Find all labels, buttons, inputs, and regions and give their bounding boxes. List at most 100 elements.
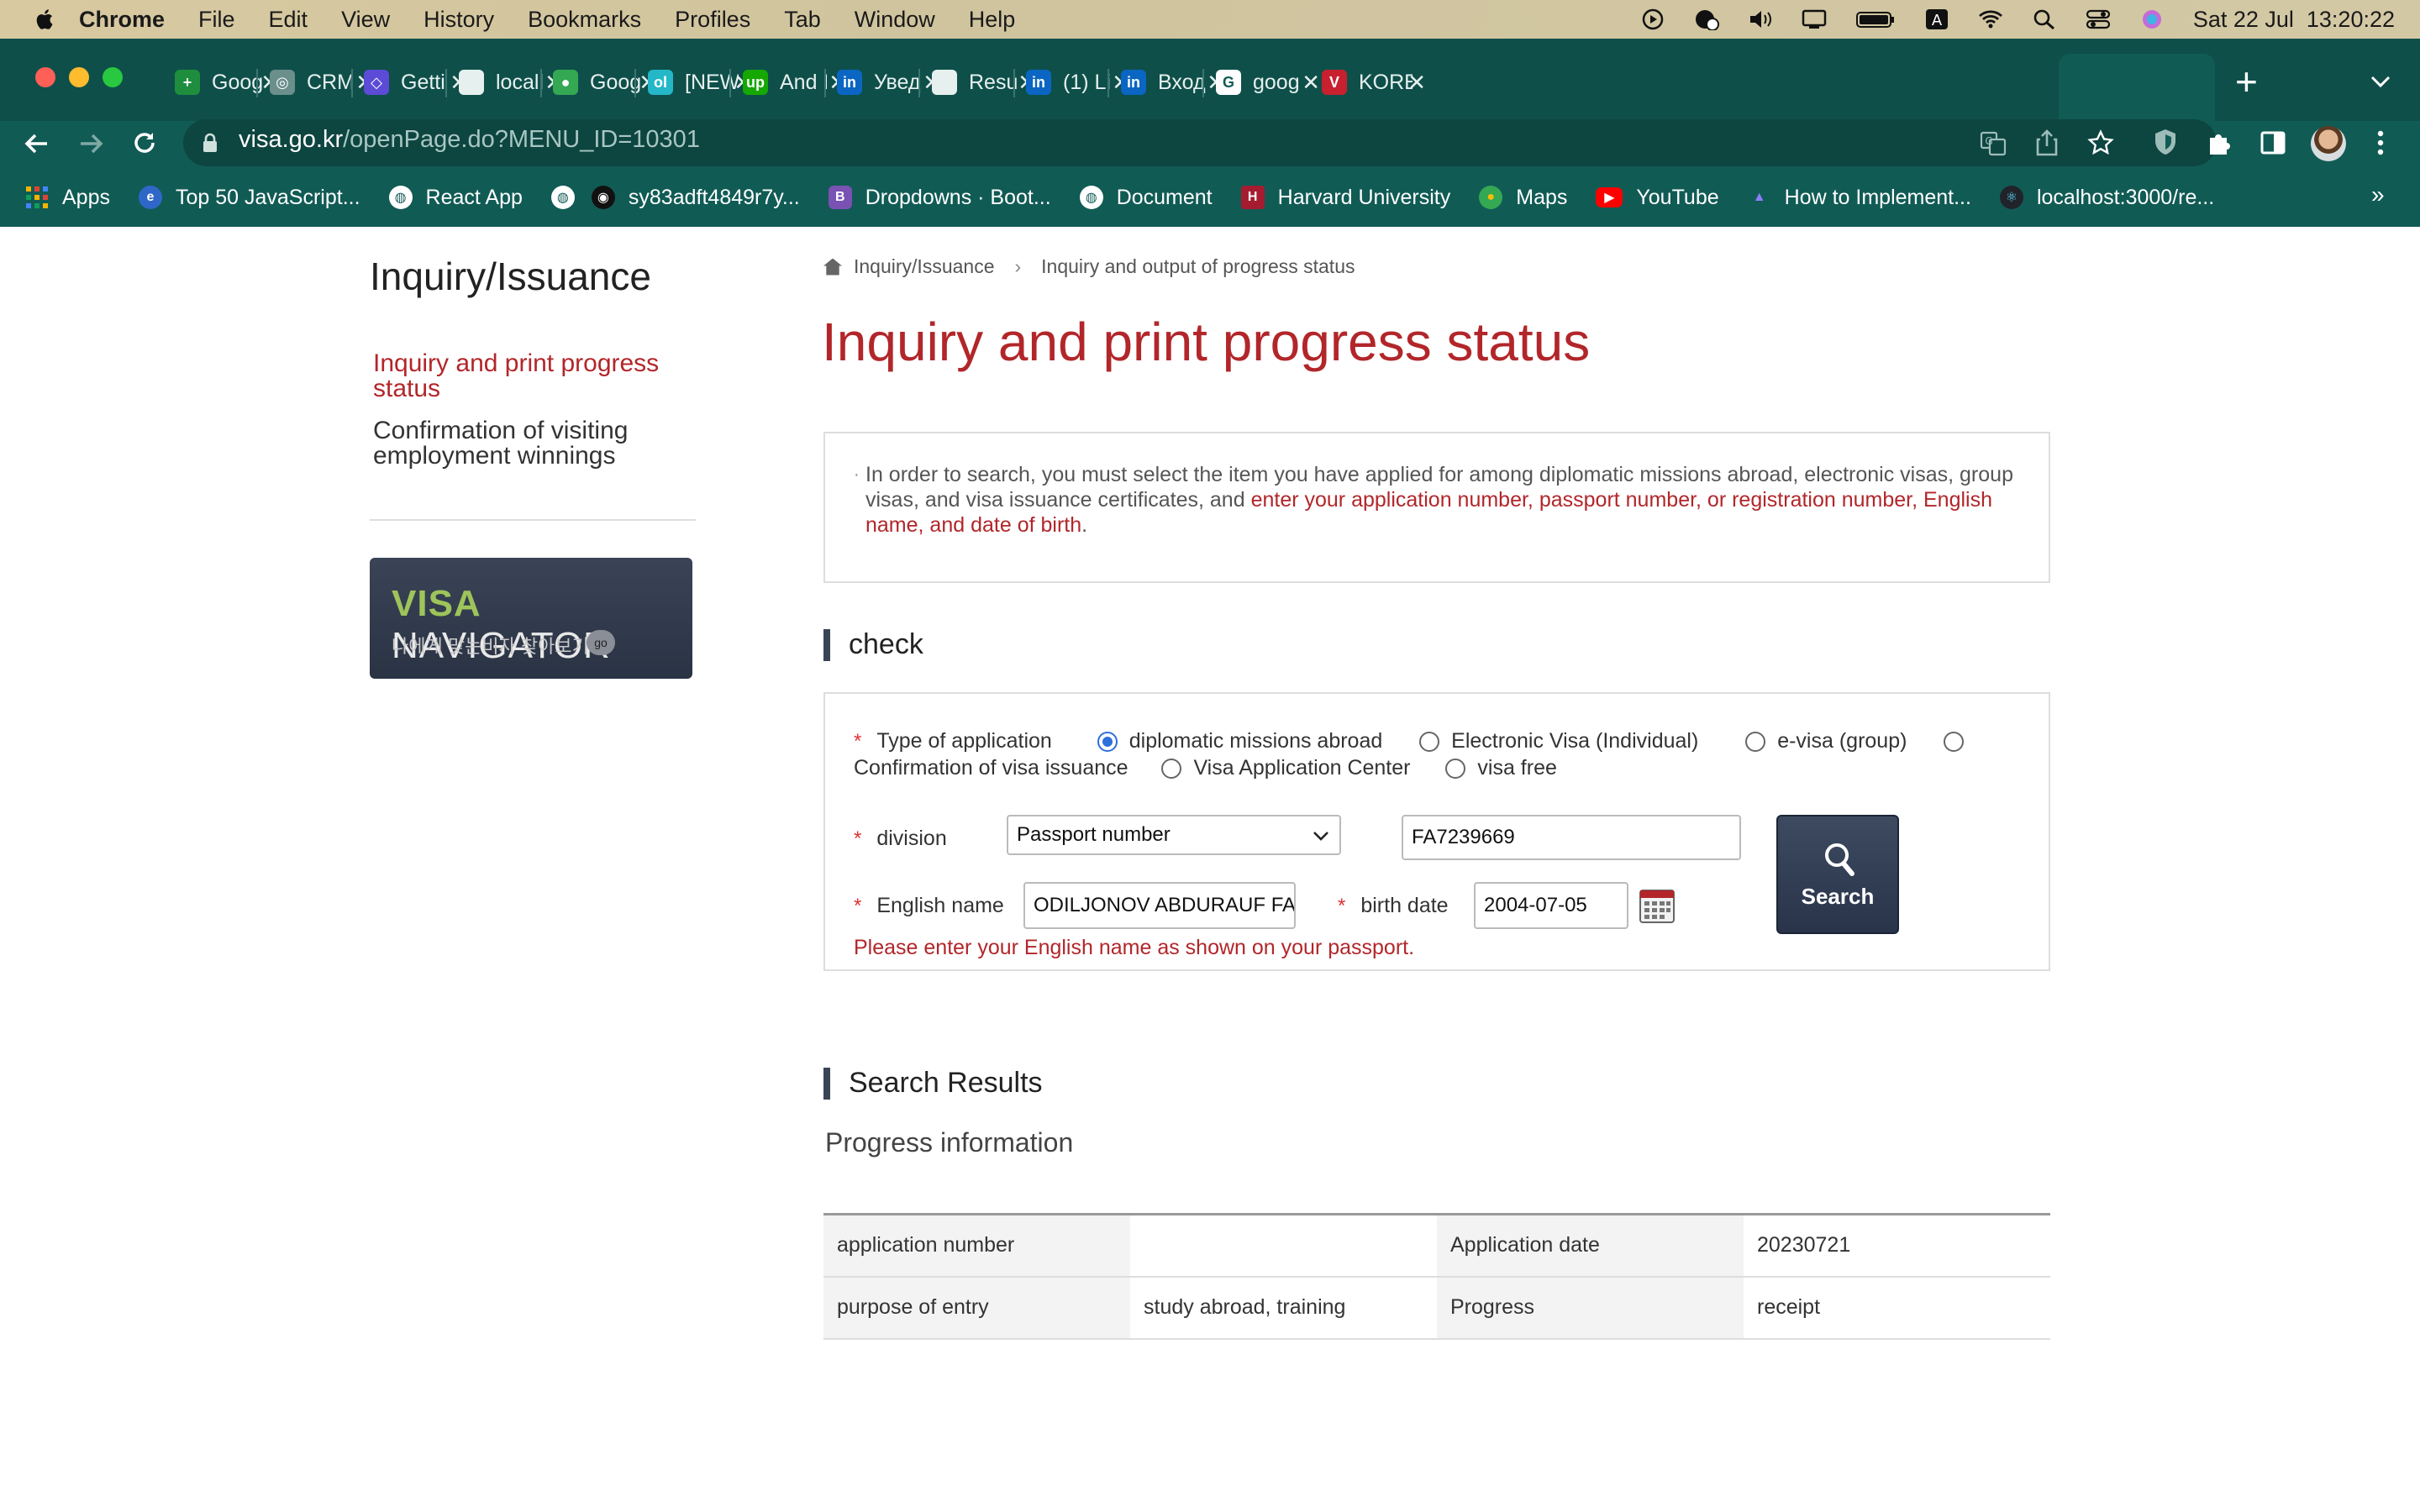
url-text[interactable]: visa.go.kr/openPage.do?MENU_ID=10301 [239,126,700,154]
menu-file[interactable]: File [198,7,235,33]
sidebar-link-inquiry-print[interactable]: Inquiry and print progress status [373,351,709,402]
globe-icon: ◍ [388,186,413,209]
passport-number-input[interactable]: FA7239669 [1402,815,1741,860]
menu-edit[interactable]: Edit [269,7,308,33]
menu-profiles[interactable]: Profiles [675,7,750,33]
radio-label-confirmation-visa-issuance[interactable]: Confirmation of visa issuance [854,756,1128,780]
bookmark-top50-js[interactable]: e Top 50 JavaScript... [138,186,360,210]
tab-close-icon[interactable]: ✕ [1407,70,1426,96]
minimize-window-button[interactable] [69,67,89,87]
radio-option-evisa-group[interactable]: e-visa (group) [1745,729,1907,753]
back-arrow-icon[interactable] [24,131,50,156]
bookmark-maps[interactable]: ● Maps [1479,186,1567,210]
more-menu-icon[interactable] [2376,129,2385,156]
bookmark-harvard[interactable]: H Harvard University [1240,186,1450,210]
globe-icon: ◍ [1079,186,1103,209]
bookmark-github[interactable]: ◉ sy83adft4849r7y... [591,186,800,210]
sidebar-link-confirmation-winnings[interactable]: Confirmation of visiting employment winn… [373,418,709,469]
calendar-icon[interactable] [1639,887,1676,924]
tab-separator [1107,69,1109,97]
bookmark-apps[interactable]: Apps [25,186,110,210]
input-source-icon[interactable]: A [1924,8,1949,30]
tab-separator [729,69,731,97]
search-button[interactable]: Search [1776,815,1899,934]
extensions-puzzle-icon[interactable] [2207,129,2233,156]
tab-separator [823,69,826,97]
active-tab-background [2059,54,2215,121]
close-window-button[interactable] [35,67,55,87]
radio-button[interactable] [1097,732,1118,753]
battery-icon[interactable] [1855,8,1896,30]
application-type-group-row2: Confirmation of visa issuance Visa Appli… [854,754,1557,781]
menu-help[interactable]: Help [969,7,1016,33]
tab-separator [1202,69,1204,97]
menu-window[interactable]: Window [855,7,935,33]
display-icon[interactable] [1802,8,1827,30]
wifi-icon[interactable] [1978,8,2003,30]
radio-button-confirmation-visa-issuance[interactable] [1944,732,1965,753]
division-select[interactable]: Passport number [1007,815,1341,855]
shield-extension-icon[interactable] [2153,128,2178,156]
breadcrumb-chevron-icon: › [1014,255,1022,277]
bookmark-react-app[interactable]: ◍ React App [388,186,523,210]
menu-tab[interactable]: Tab [784,7,821,33]
breadcrumb-level1[interactable]: Inquiry/Issuance [854,255,994,278]
spotlight-search-icon[interactable] [2032,8,2057,30]
siri-icon[interactable] [2139,8,2165,30]
menu-app-name[interactable]: Chrome [79,7,165,33]
bookmark-document[interactable]: ◍ Document [1079,186,1213,210]
bookmark-localhost[interactable]: ⚛ localhost:3000/re... [1999,186,2214,210]
division-selected-value: Passport number [1017,823,1171,846]
application-type-label: Type of application [876,729,1052,753]
search-button-label: Search [1801,884,1875,909]
radio-option-electronic-visa-individual[interactable]: Electronic Visa (Individual) [1419,729,1698,753]
share-icon[interactable] [2035,129,2059,156]
tab-favicon-icon [459,70,484,95]
breadcrumb-level2[interactable]: Inquiry and output of progress status [1041,255,1355,278]
youtube-icon: ▶ [1596,187,1623,207]
volume-icon[interactable] [1748,8,1773,30]
radio-button[interactable] [1745,732,1766,753]
reload-icon[interactable] [131,129,158,156]
visa-navigator-banner[interactable]: VISA NAVIGATOR 나에게 맞는비자 찾아보기 go [370,558,692,679]
radio-button[interactable] [1445,759,1466,780]
creative-cloud-icon[interactable] [1694,8,1719,30]
bookmark-globe[interactable]: ◍ [550,186,575,209]
translate-icon[interactable]: G [1980,131,2007,156]
tab-favicon-icon: ◇ [364,70,389,95]
zoom-window-button[interactable] [103,67,123,87]
control-center-icon[interactable] [2086,8,2111,30]
bookmark-dropdowns-bootstrap[interactable]: B Dropdowns · Boot... [828,186,1051,210]
radio-label: visa free [1477,756,1557,780]
radio-button[interactable] [1419,732,1440,753]
bookmark-how-to-implement[interactable]: ▲ How to Implement... [1748,186,1971,210]
play-circle-icon[interactable] [1640,8,1665,30]
radio-button[interactable] [1161,759,1182,780]
radio-option-visa-free[interactable]: visa free [1445,756,1557,780]
tab-close-icon[interactable]: ✕ [1302,70,1320,96]
menu-view[interactable]: View [341,7,390,33]
svg-text:A: A [1932,12,1943,29]
harvard-shield-icon: H [1240,186,1265,209]
new-tab-button[interactable]: + [2235,62,2258,101]
birth-date-input[interactable]: 2004-07-05 [1474,882,1628,929]
url-path: /openPage.do?MENU_ID=10301 [343,126,700,153]
home-icon[interactable] [823,258,842,276]
lock-icon[interactable] [202,133,218,153]
bookmarks-overflow-icon[interactable]: » [2371,181,2385,208]
bookmark-youtube[interactable]: ▶ YouTube [1596,186,1719,210]
tab-search-chevron-icon[interactable] [2370,74,2391,89]
menu-bookmarks[interactable]: Bookmarks [528,7,641,33]
browser-tab[interactable]: V KORE ✕ [1322,60,1448,104]
radio-option-diplomatic-missions[interactable]: diplomatic missions abroad [1097,729,1382,753]
menubar-clock[interactable]: Sat 22 Jul 13:20:22 [2193,7,2395,33]
radio-option-visa-application-center[interactable]: Visa Application Center [1161,756,1411,780]
profile-avatar[interactable] [2311,126,2346,161]
english-name-input[interactable]: ODILJONOV ABDURAUF FA [1023,882,1296,929]
svg-text:G: G [1985,135,1992,147]
apple-icon[interactable] [34,8,54,31]
menu-history[interactable]: History [424,7,494,33]
forward-arrow-icon[interactable] [77,131,104,156]
side-panel-icon[interactable] [2260,131,2286,155]
bookmark-star-icon[interactable] [2087,129,2114,156]
